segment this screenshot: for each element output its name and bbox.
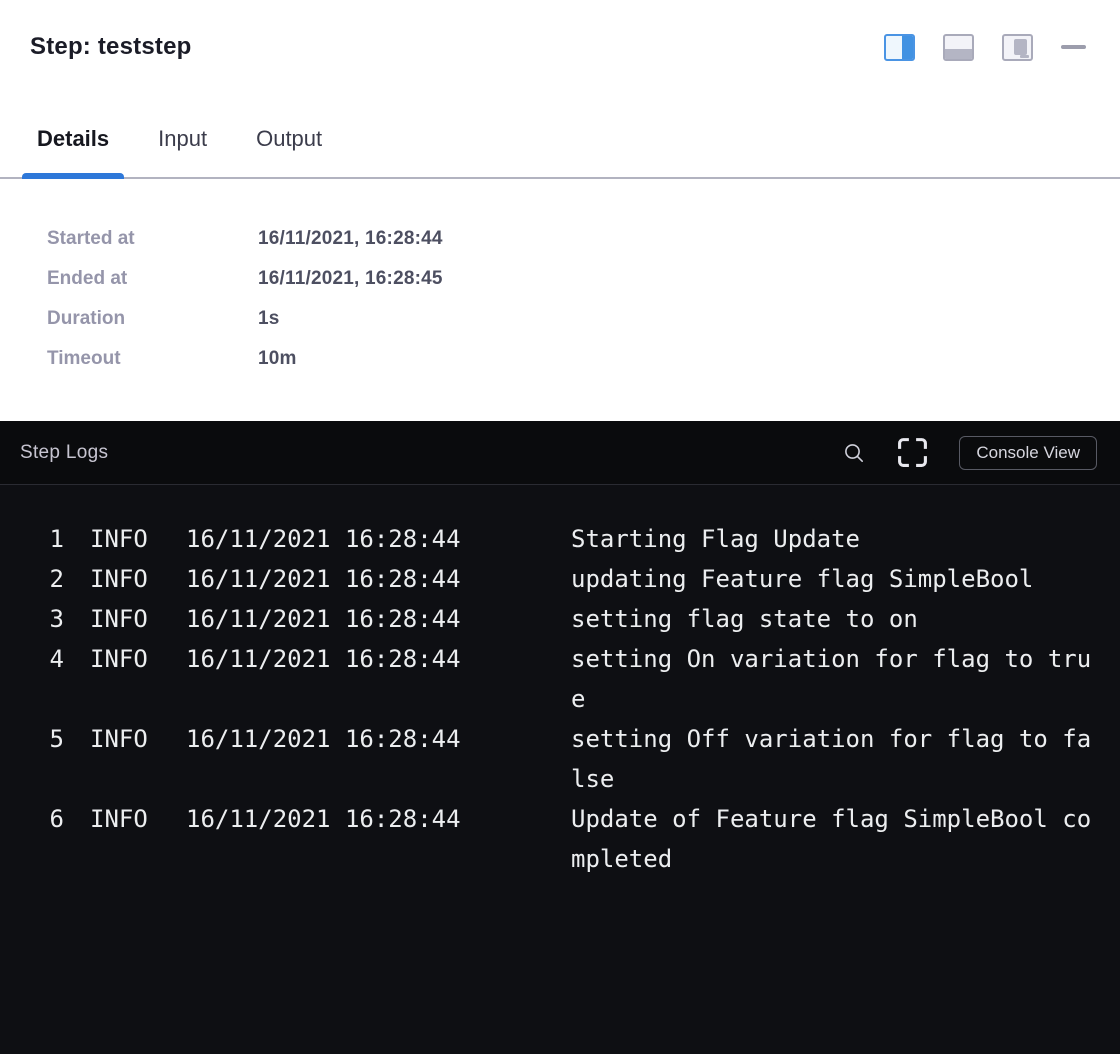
tabs-bar: DetailsInputOutput [0, 72, 1120, 179]
minimize-icon[interactable] [1061, 45, 1086, 49]
log-timestamp: 16/11/2021 16:28:44 [186, 599, 461, 639]
split-right-view-icon[interactable] [884, 34, 915, 61]
bottom-view-fill [945, 49, 972, 59]
log-line: 6 INFO 16/11/2021 16:28:44 Update of Fea… [0, 799, 1090, 879]
log-line: 2 INFO 16/11/2021 16:28:44 updating Feat… [0, 559, 1090, 599]
log-message-line: Update of Feature flag SimpleBool co [571, 799, 1090, 839]
step-logs-title: Step Logs [20, 442, 108, 464]
log-line-number: 3 [0, 599, 64, 639]
log-message: Starting Flag Update [571, 519, 1090, 559]
log-timestamp: 16/11/2021 16:28:44 [186, 719, 461, 759]
tab-input[interactable]: Input [143, 72, 222, 177]
log-message-line: setting Off variation for flag to fa [571, 719, 1090, 759]
log-level: INFO [90, 719, 148, 759]
log-console[interactable]: 1 INFO 16/11/2021 16:28:44 Starting Flag… [0, 485, 1120, 1054]
step-logs-header: Step Logs Console View [0, 421, 1120, 485]
detail-label: Ended at [47, 268, 258, 290]
console-view-button[interactable]: Console View [959, 436, 1097, 470]
log-level: INFO [90, 799, 148, 839]
log-timestamp: 16/11/2021 16:28:44 [186, 799, 461, 839]
log-message: setting flag state to on [571, 599, 1090, 639]
tab-output[interactable]: Output [241, 72, 337, 177]
view-controls [884, 34, 1086, 61]
split-right-view-fill [902, 36, 913, 59]
log-level: INFO [90, 559, 148, 599]
log-message: updating Feature flag SimpleBool [571, 559, 1090, 599]
detail-label: Started at [47, 228, 258, 250]
log-line: 3 INFO 16/11/2021 16:28:44 setting flag … [0, 599, 1090, 639]
log-message: setting Off variation for flag to false [571, 719, 1090, 799]
floating-view-rect [1014, 39, 1027, 55]
log-level: INFO [90, 599, 148, 639]
log-timestamp: 16/11/2021 16:28:44 [186, 559, 461, 599]
log-message-line: updating Feature flag SimpleBool [571, 559, 1090, 599]
log-message-line: setting flag state to on [571, 599, 1090, 639]
log-message: setting On variation for flag to true [571, 639, 1090, 719]
log-line-number: 5 [0, 719, 64, 759]
detail-row: Timeout 10m [47, 339, 1120, 379]
log-timestamp: 16/11/2021 16:28:44 [186, 519, 461, 559]
log-message-line: e [571, 679, 1090, 719]
tab-details[interactable]: Details [22, 72, 124, 177]
detail-value: 16/11/2021, 16:28:44 [258, 228, 443, 250]
log-line: 1 INFO 16/11/2021 16:28:44 Starting Flag… [0, 519, 1090, 559]
floating-view-bar [1020, 55, 1029, 58]
log-header-actions: Console View [842, 436, 1097, 470]
log-line: 4 INFO 16/11/2021 16:28:44 setting On va… [0, 639, 1090, 719]
step-logs-panel: Step Logs Console View 1 INFO 16/11/ [0, 421, 1120, 1054]
log-message-line: lse [571, 759, 1090, 799]
page-title: Step: teststep [30, 33, 192, 61]
log-message-line: setting On variation for flag to tru [571, 639, 1090, 679]
log-line: 5 INFO 16/11/2021 16:28:44 setting Off v… [0, 719, 1090, 799]
detail-value: 1s [258, 308, 280, 330]
log-message-line: Starting Flag Update [571, 519, 1090, 559]
log-timestamp: 16/11/2021 16:28:44 [186, 639, 461, 679]
log-message: Update of Feature flag SimpleBool comple… [571, 799, 1090, 879]
detail-label: Duration [47, 308, 258, 330]
panel-header: Step: teststep [0, 0, 1120, 72]
detail-value: 16/11/2021, 16:28:45 [258, 268, 443, 290]
log-line-number: 4 [0, 639, 64, 679]
log-line-number: 1 [0, 519, 64, 559]
details-section: Started at 16/11/2021, 16:28:44 Ended at… [0, 179, 1120, 421]
log-line-number: 6 [0, 799, 64, 839]
log-level: INFO [90, 519, 148, 559]
detail-row: Duration 1s [47, 299, 1120, 339]
log-line-number: 2 [0, 559, 64, 599]
detail-label: Timeout [47, 348, 258, 370]
log-message-line: mpleted [571, 839, 1090, 879]
detail-row: Started at 16/11/2021, 16:28:44 [47, 219, 1120, 259]
floating-view-icon[interactable] [1002, 34, 1033, 61]
fullscreen-icon[interactable] [896, 436, 929, 469]
detail-row: Ended at 16/11/2021, 16:28:45 [47, 259, 1120, 299]
search-icon[interactable] [842, 441, 866, 465]
log-level: INFO [90, 639, 148, 679]
detail-value: 10m [258, 348, 297, 370]
bottom-view-icon[interactable] [943, 34, 974, 61]
